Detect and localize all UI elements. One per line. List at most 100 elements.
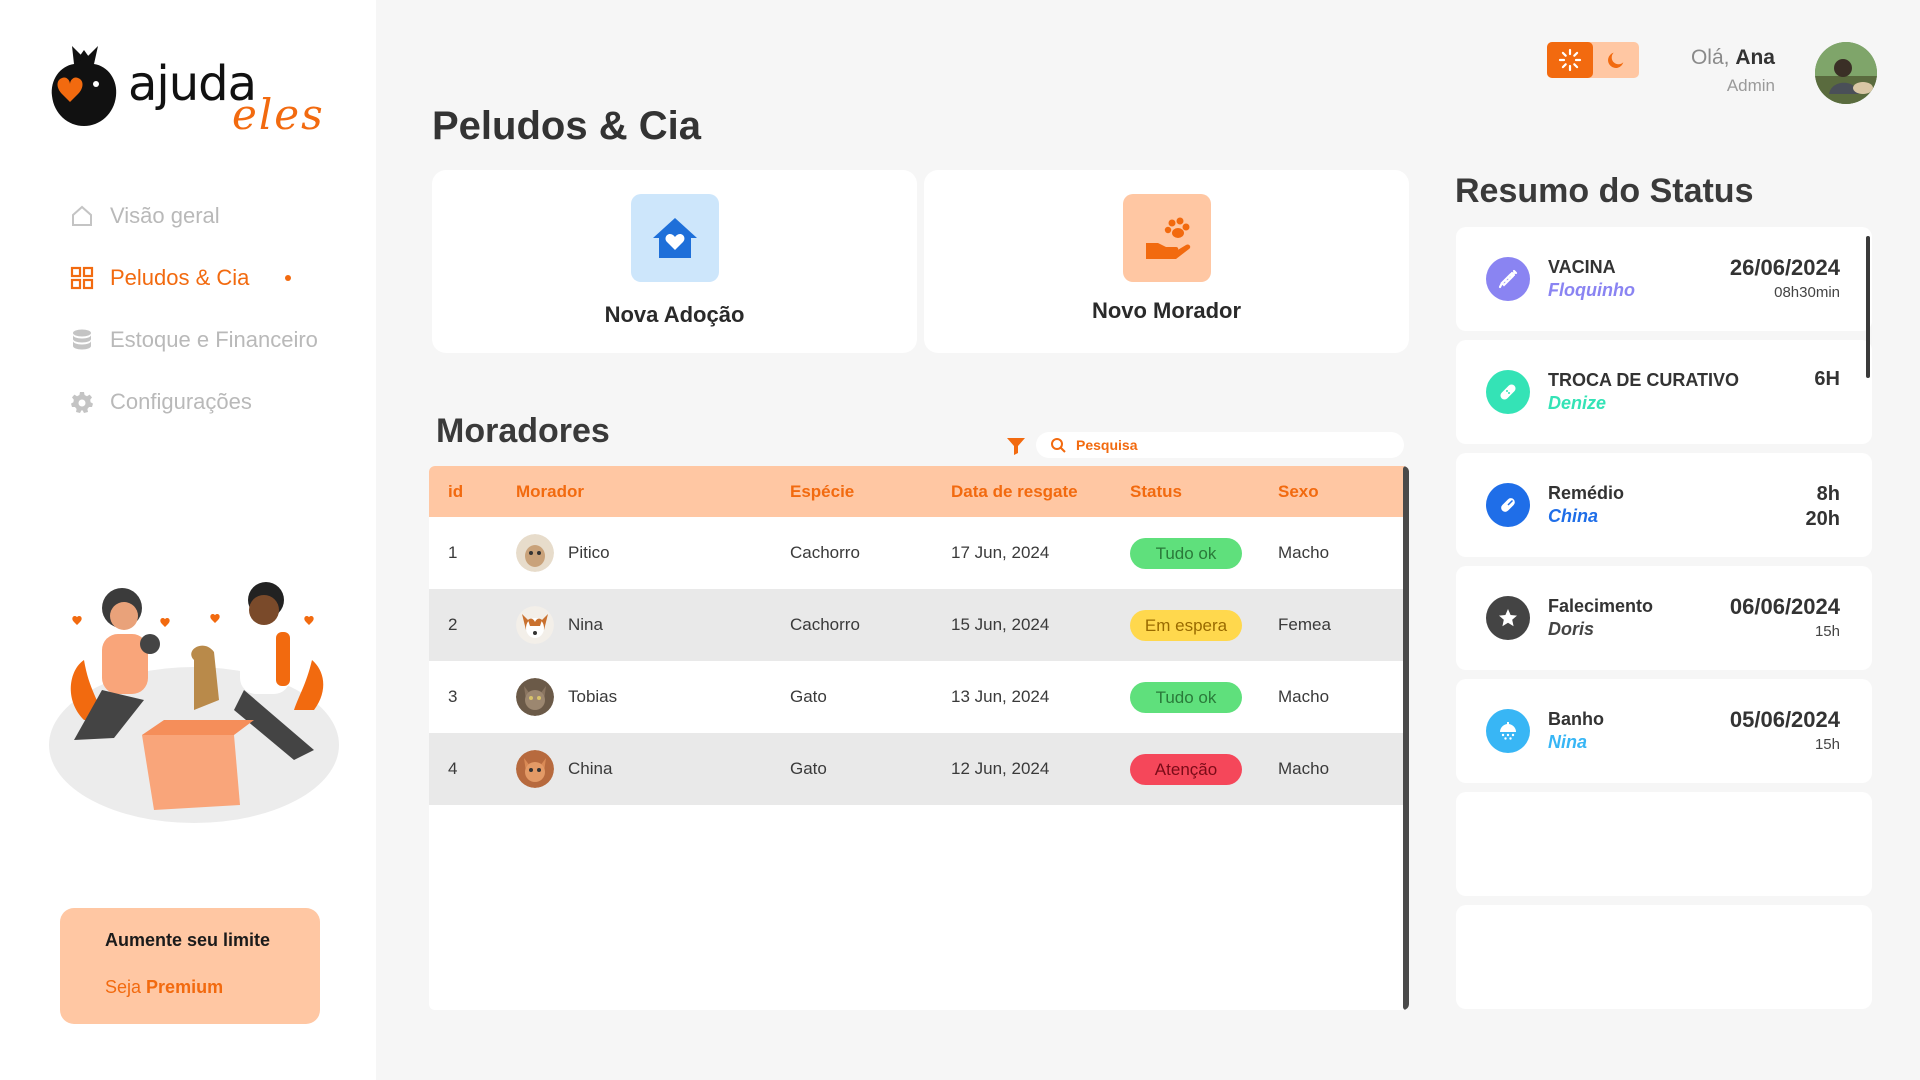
cell-species: Gato bbox=[790, 759, 827, 778]
cell-resident: Pitico bbox=[516, 534, 790, 572]
pet-avatar bbox=[516, 678, 554, 716]
pet-avatar bbox=[516, 534, 554, 572]
shower-icon bbox=[1486, 709, 1530, 753]
user-greeting: Olá, Ana bbox=[1691, 46, 1775, 70]
search-bar[interactable] bbox=[1036, 432, 1404, 458]
premium-cta[interactable]: Seja Premium bbox=[105, 977, 275, 998]
cell-date: 13 Jun, 2024 bbox=[951, 687, 1050, 706]
new-adoption-label: Nova Adoção bbox=[604, 302, 745, 327]
sidebar-item-settings[interactable]: Configurações bbox=[68, 382, 328, 422]
cell-id: 3 bbox=[448, 687, 458, 706]
filter-icon[interactable] bbox=[1006, 436, 1026, 461]
new-resident-card[interactable]: Novo Morador bbox=[924, 170, 1409, 353]
status-value: 26/06/2024 bbox=[1729, 255, 1840, 280]
column-header-species[interactable]: Espécie bbox=[790, 482, 951, 502]
status-pet-name: Doris bbox=[1548, 619, 1595, 639]
light-mode-button[interactable] bbox=[1547, 42, 1593, 78]
column-header-resident[interactable]: Morador bbox=[516, 482, 790, 502]
status-pet-name: China bbox=[1548, 506, 1599, 526]
status-datetime: 6H bbox=[1814, 368, 1840, 391]
table-row[interactable]: 4 China Gato 12 Jun, 2024 Atenção Macho bbox=[429, 733, 1409, 805]
status-scrollbar[interactable] bbox=[1866, 236, 1870, 378]
cell-status: Em espera bbox=[1130, 609, 1278, 641]
user-info[interactable]: Olá, Ana Admin bbox=[1691, 46, 1775, 96]
status-label: Banho bbox=[1548, 709, 1604, 729]
cell-resident: Tobias bbox=[516, 678, 790, 716]
sidebar-item-label: Configurações bbox=[110, 389, 252, 414]
moon-icon bbox=[1608, 52, 1624, 68]
status-sub: 15h bbox=[1814, 736, 1840, 753]
status-label: Falecimento bbox=[1548, 596, 1654, 616]
premium-title: Aumente seu limite bbox=[105, 930, 271, 950]
status-card-bandage[interactable]: TROCA DE CURATIVO Denize 6H bbox=[1456, 340, 1872, 444]
table-row[interactable]: 2 Nina Cachorro 15 Jun, 2024 Em espera F… bbox=[429, 589, 1409, 661]
resident-name: Tobias bbox=[568, 687, 618, 706]
premium-cta-strong: Premium bbox=[146, 977, 224, 997]
search-input[interactable] bbox=[1076, 437, 1376, 453]
status-card-bath[interactable]: Banho Nina 05/06/2024 15h bbox=[1456, 679, 1872, 783]
search-icon bbox=[1051, 438, 1066, 453]
table-row[interactable]: 3 Tobias Gato 13 Jun, 2024 Tudo ok Macho bbox=[429, 661, 1409, 733]
syringe-icon bbox=[1486, 257, 1530, 301]
status-label: VACINA bbox=[1548, 257, 1616, 277]
pet-avatar bbox=[516, 750, 554, 788]
user-name: Ana bbox=[1735, 46, 1775, 69]
logo-script: eles bbox=[232, 90, 325, 139]
cell-status: Tudo ok bbox=[1130, 681, 1278, 713]
column-header-id[interactable]: id bbox=[429, 482, 516, 502]
pet-avatar bbox=[516, 606, 554, 644]
status-card-vaccine[interactable]: VACINA Floquinho 26/06/2024 08h30min bbox=[1456, 227, 1872, 331]
pill-icon bbox=[1486, 483, 1530, 527]
sidebar-nav: Visão geral Peludos & Cia Estoque e Fina… bbox=[68, 196, 328, 444]
database-icon bbox=[68, 326, 96, 354]
sidebar-item-overview[interactable]: Visão geral bbox=[68, 196, 328, 236]
table-row[interactable]: 1 Pitico Cachorro 17 Jun, 2024 Tudo ok M… bbox=[429, 517, 1409, 589]
status-sub: 15h bbox=[1814, 623, 1840, 640]
cell-status: Tudo ok bbox=[1130, 537, 1278, 569]
status-card-medicine[interactable]: Remédio China 8h 20h bbox=[1456, 453, 1872, 557]
status-datetime: 8h 20h bbox=[1806, 483, 1840, 531]
table-header: id Morador Espécie Data de resgate Statu… bbox=[429, 466, 1409, 517]
column-header-sex[interactable]: Sexo bbox=[1278, 482, 1398, 502]
active-indicator bbox=[285, 275, 292, 281]
sidebar: ajuda eles Visão geral Peludos & Cia Est… bbox=[0, 0, 376, 1080]
status-card-empty bbox=[1456, 905, 1872, 1009]
cell-species: Gato bbox=[790, 687, 827, 706]
column-header-rescue-date[interactable]: Data de resgate bbox=[951, 482, 1130, 502]
cell-sex: Femea bbox=[1278, 615, 1331, 634]
grid-icon bbox=[68, 264, 96, 292]
column-header-status[interactable]: Status bbox=[1130, 482, 1278, 502]
status-datetime: 06/06/2024 15h bbox=[1730, 594, 1840, 640]
status-value: 06/06/2024 bbox=[1729, 594, 1840, 619]
cell-resident: China bbox=[516, 750, 790, 788]
adoption-illustration bbox=[44, 560, 344, 830]
dark-mode-button[interactable] bbox=[1593, 42, 1639, 78]
cell-status: Atenção bbox=[1130, 753, 1278, 785]
cell-resident: Nina bbox=[516, 606, 790, 644]
sidebar-item-stock[interactable]: Estoque e Financeiro bbox=[68, 320, 328, 360]
sidebar-item-peludos[interactable]: Peludos & Cia bbox=[68, 258, 328, 298]
status-summary-title: Resumo do Status bbox=[1455, 172, 1754, 210]
avatar[interactable] bbox=[1815, 42, 1877, 104]
status-sub: 20h bbox=[1805, 508, 1840, 530]
new-adoption-card[interactable]: Nova Adoção bbox=[432, 170, 917, 353]
cell-id: 4 bbox=[448, 759, 458, 778]
cell-sex: Macho bbox=[1278, 687, 1330, 706]
premium-cta-prefix: Seja bbox=[105, 977, 142, 997]
sidebar-item-label: Peludos & Cia bbox=[110, 265, 250, 290]
status-card-death[interactable]: Falecimento Doris 06/06/2024 15h bbox=[1456, 566, 1872, 670]
cell-species: Cachorro bbox=[790, 543, 860, 562]
status-datetime: 05/06/2024 15h bbox=[1730, 707, 1840, 753]
premium-card[interactable]: Aumente seu limite Seja Premium bbox=[60, 908, 320, 1024]
cell-id: 1 bbox=[448, 543, 458, 562]
app-logo[interactable]: ajuda eles bbox=[44, 40, 344, 140]
cell-species: Cachorro bbox=[790, 615, 860, 634]
cat-logo-icon bbox=[51, 46, 117, 126]
sidebar-item-label: Estoque e Financeiro bbox=[110, 327, 318, 352]
sun-icon bbox=[1558, 48, 1582, 72]
user-role: Admin bbox=[1726, 76, 1775, 95]
greeting-text: Olá, bbox=[1690, 46, 1730, 69]
theme-toggle[interactable] bbox=[1547, 42, 1639, 78]
table-scrollbar[interactable] bbox=[1403, 466, 1409, 1010]
status-badge: Tudo ok bbox=[1130, 681, 1242, 713]
